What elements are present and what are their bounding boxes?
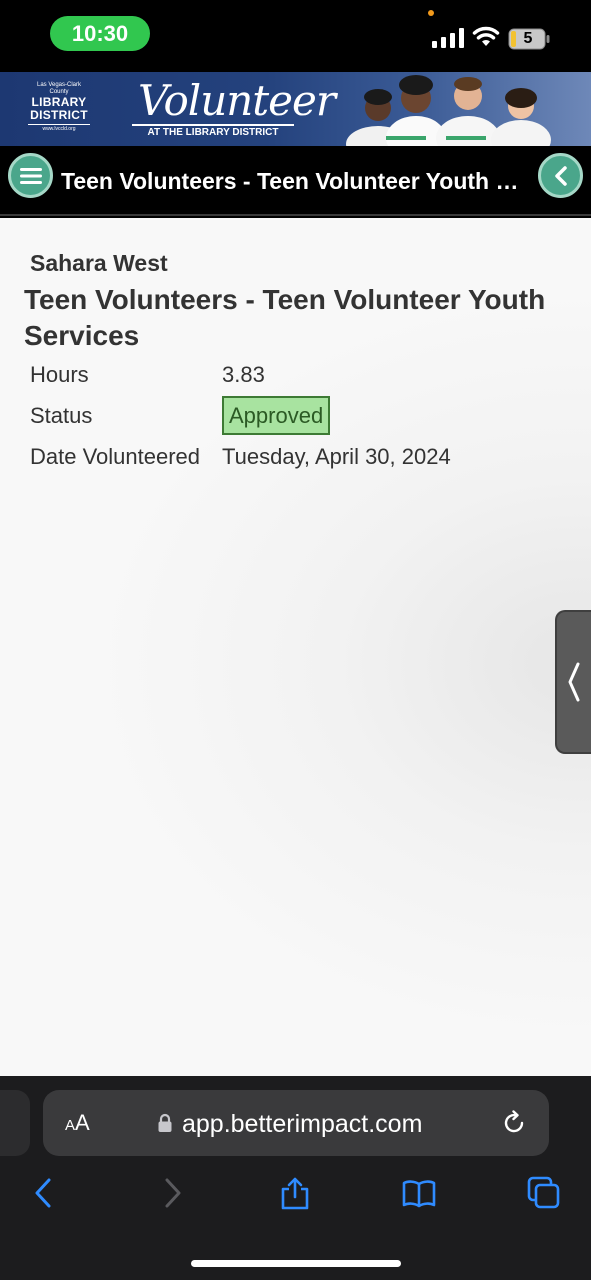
- logo-url: www.lvccld.org: [28, 124, 90, 133]
- date-value: Tuesday, April 30, 2024: [222, 444, 451, 469]
- chevron-left-icon: [554, 165, 567, 186]
- privacy-indicator: [428, 10, 434, 16]
- tabs-icon[interactable]: [527, 1176, 561, 1210]
- status-bar: 10:30 5: [0, 0, 591, 72]
- status-time: 10:30: [50, 16, 150, 51]
- share-icon[interactable]: [278, 1176, 312, 1210]
- status-badge: Approved: [222, 396, 331, 435]
- forward-icon[interactable]: [155, 1176, 189, 1210]
- volunteer-record: Sahara West Teen Volunteers - Teen Volun…: [0, 218, 591, 1076]
- branch-name: Sahara West: [30, 250, 168, 276]
- volunteer-subtitle: AT THE LIBRARY DISTRICT: [132, 124, 294, 139]
- logo-county-text: Las Vegas-Clark County: [36, 82, 82, 95]
- side-drawer-handle[interactable]: [555, 610, 591, 754]
- status-label: Status: [30, 403, 93, 428]
- wifi-icon: [472, 26, 500, 46]
- browser-toolbar: AA app.betterimpact.com: [0, 1076, 591, 1280]
- site-banner: Las Vegas-Clark County LIBRARY DISTRICT …: [0, 72, 591, 146]
- page-title: Teen Volunteers - Teen Volunteer Youth S…: [61, 168, 531, 194]
- lock-icon: [158, 1113, 172, 1132]
- reload-icon[interactable]: [501, 1110, 527, 1136]
- address-bar[interactable]: AA app.betterimpact.com: [43, 1090, 549, 1156]
- chevron-left-thin-icon: [568, 662, 580, 702]
- opportunity-title: Teen Volunteers - Teen Volunteer Youth S…: [24, 284, 546, 351]
- menu-button[interactable]: [8, 153, 53, 198]
- hours-label: Hours: [30, 362, 89, 387]
- volunteers-photo: [346, 75, 551, 146]
- url-text: app.betterimpact.com: [182, 1110, 423, 1138]
- hours-value: 3.83: [222, 362, 265, 387]
- back-button[interactable]: [538, 153, 583, 198]
- home-indicator[interactable]: [191, 1260, 401, 1267]
- library-logo: Las Vegas-Clark County LIBRARY DISTRICT …: [28, 82, 90, 137]
- volunteer-wordmark: Volunteer: [138, 76, 336, 125]
- logo-line-2: DISTRICT: [30, 108, 88, 122]
- back-icon[interactable]: [27, 1176, 61, 1210]
- battery-level: 5: [523, 30, 533, 47]
- previous-tab-preview[interactable]: [0, 1090, 30, 1156]
- page-header: Teen Volunteers - Teen Volunteer Youth S…: [0, 146, 591, 216]
- signal-icon: [432, 28, 464, 48]
- reader-options-button[interactable]: AA: [65, 1110, 90, 1136]
- hamburger-icon: [19, 167, 42, 184]
- bookmarks-icon[interactable]: [402, 1176, 436, 1210]
- date-label: Date Volunteered: [30, 444, 201, 469]
